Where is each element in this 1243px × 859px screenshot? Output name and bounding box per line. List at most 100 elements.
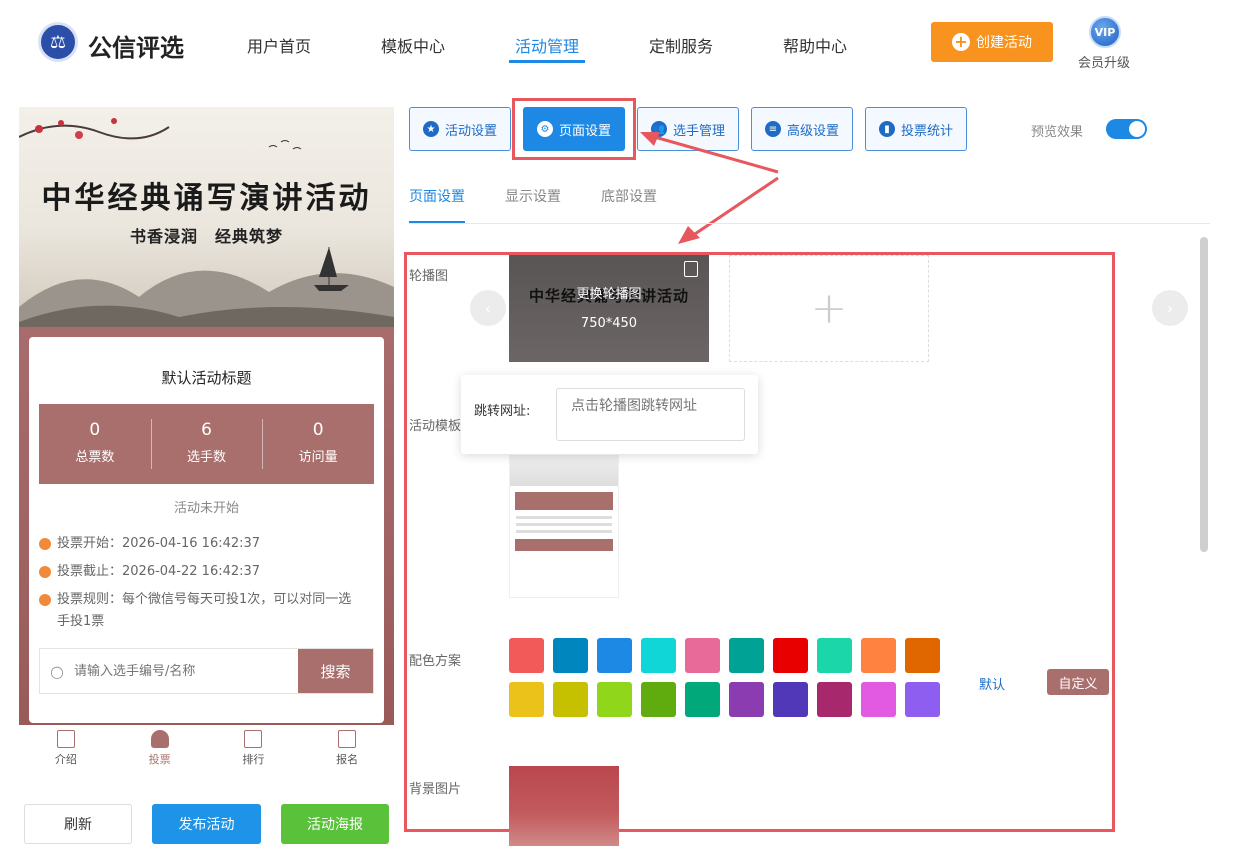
- default-color-link[interactable]: 默认: [979, 674, 1005, 693]
- color-swatch[interactable]: [509, 638, 544, 673]
- carousel-next-icon[interactable]: ›: [1152, 290, 1188, 326]
- template-thumb-line: [516, 523, 612, 526]
- tool-label: 高级设置: [786, 123, 839, 139]
- color-swatch[interactable]: [773, 682, 808, 717]
- activity-settings-button[interactable]: ★ 活动设置: [409, 107, 511, 151]
- vote-start-row: 投票开始：2026-04-16 16:42:37: [39, 533, 260, 555]
- color-swatch[interactable]: [817, 638, 852, 673]
- color-swatch[interactable]: [641, 638, 676, 673]
- vote-start-text: 投票开始：2026-04-16 16:42:37: [57, 536, 261, 551]
- stat-label: 总票数: [75, 450, 115, 465]
- tab-signup[interactable]: 报名: [300, 725, 394, 775]
- color-swatch-grid: [509, 638, 949, 717]
- vote-rule-row: 投票规则：每个微信号每天可投1次，可以对同一选手投1票: [39, 589, 359, 633]
- stat-label: 访问量: [298, 450, 338, 465]
- signup-icon: [338, 730, 357, 748]
- color-swatch[interactable]: [509, 682, 544, 717]
- activity-title: 默认活动标题: [161, 369, 252, 387]
- tab-label: 介绍: [54, 753, 77, 766]
- color-swatch[interactable]: [685, 682, 720, 717]
- jump-url-popover: 跳转网址:: [461, 375, 758, 454]
- background-image-label: 背景图片: [409, 782, 462, 797]
- color-swatch[interactable]: [685, 638, 720, 673]
- stat-players: 6 选手数: [150, 404, 263, 484]
- banner-landscape-art: [19, 118, 394, 327]
- banner-image: 中华经典诵写演讲活动 书香浸润 经典筑梦: [19, 107, 394, 327]
- add-carousel-button[interactable]: +: [729, 255, 929, 362]
- create-activity-label: 创建活动: [976, 35, 1032, 51]
- color-swatch[interactable]: [597, 682, 632, 717]
- preview-effect-label: 预览效果: [1031, 125, 1084, 140]
- color-swatch[interactable]: [905, 682, 940, 717]
- nav-user-home[interactable]: 用户首页: [247, 33, 311, 57]
- vote-end-text: 投票截止：2026-04-22 16:42:37: [57, 564, 261, 579]
- tab-ranking[interactable]: 排行: [207, 725, 301, 775]
- logo-text: 公信评选: [88, 34, 184, 62]
- subtab-display-settings[interactable]: 显示设置: [505, 186, 561, 206]
- color-swatch[interactable]: [553, 682, 588, 717]
- color-swatch[interactable]: [729, 682, 764, 717]
- color-swatch[interactable]: [773, 638, 808, 673]
- template-label: 活动模板: [409, 419, 462, 434]
- tool-label: 投票统计: [900, 123, 953, 139]
- info-icon: [39, 594, 51, 606]
- carousel-size-text: 750*450: [580, 316, 638, 331]
- activity-status: 活动未开始: [173, 501, 239, 516]
- tab-vote[interactable]: 投票: [113, 725, 207, 775]
- vip-icon[interactable]: VIP: [1089, 16, 1121, 48]
- banner-subtitle: 书香浸润 经典筑梦: [129, 227, 283, 246]
- stat-value: 0: [89, 420, 101, 440]
- search-button[interactable]: 搜索: [298, 649, 373, 693]
- nav-template-center[interactable]: 模板中心: [381, 33, 445, 57]
- vip-upgrade-link[interactable]: 会员升级: [1078, 52, 1130, 71]
- nav-custom-service[interactable]: 定制服务: [649, 33, 713, 57]
- subtab-footer-settings[interactable]: 底部设置: [601, 186, 657, 206]
- color-swatch[interactable]: [553, 638, 588, 673]
- nav-activity-management[interactable]: 活动管理: [515, 33, 579, 57]
- vote-statistics-button[interactable]: ▮ 投票统计: [865, 107, 967, 151]
- carousel-prev-icon[interactable]: ‹: [470, 290, 506, 326]
- color-swatch[interactable]: [597, 638, 632, 673]
- banner-title: 中华经典诵写演讲活动: [41, 181, 372, 216]
- stat-visits: 0 访问量: [262, 404, 374, 484]
- color-swatch[interactable]: [861, 682, 896, 717]
- vote-end-row: 投票截止：2026-04-22 16:42:37: [39, 561, 260, 583]
- tab-intro[interactable]: 介绍: [19, 725, 113, 775]
- color-swatch[interactable]: [905, 638, 940, 673]
- scrollbar[interactable]: [1200, 237, 1208, 552]
- color-swatch[interactable]: [861, 638, 896, 673]
- tab-label: 投票: [148, 753, 171, 766]
- player-search-input[interactable]: [74, 649, 298, 693]
- clock-icon: [39, 566, 51, 578]
- nav-help-center[interactable]: 帮助中心: [783, 33, 847, 57]
- subtab-page-settings[interactable]: 页面设置: [409, 186, 465, 206]
- nav-active-underline: [509, 60, 585, 63]
- custom-color-button[interactable]: 自定义: [1047, 669, 1109, 695]
- phone-preview: 中华经典诵写演讲活动 书香浸润 经典筑梦 默认活动标题 0 总票数 6 选手数 …: [19, 107, 394, 725]
- preview-effect-toggle[interactable]: [1106, 119, 1147, 139]
- jump-url-label: 跳转网址:: [474, 404, 531, 419]
- plus-icon: +: [952, 33, 970, 51]
- color-swatch[interactable]: [817, 682, 852, 717]
- activity-poster-button[interactable]: 活动海报: [281, 804, 389, 844]
- ranking-icon: [244, 730, 263, 748]
- color-swatch[interactable]: [729, 638, 764, 673]
- vote-rule-text: 投票规则：每个微信号每天可投1次，可以对同一选手投1票: [57, 592, 352, 629]
- template-thumbnail[interactable]: [509, 455, 619, 598]
- refresh-button[interactable]: 刷新: [24, 804, 132, 844]
- create-activity-button[interactable]: + 创建活动: [931, 22, 1053, 62]
- publish-activity-button[interactable]: 发布活动: [152, 804, 261, 844]
- intro-icon: [56, 730, 75, 748]
- stat-value: 0: [312, 420, 324, 440]
- background-image-thumbnail[interactable]: [509, 766, 619, 846]
- carousel-image[interactable]: 中华经典诵写演讲活动 更换轮播图 750*450: [509, 255, 709, 362]
- color-swatch[interactable]: [641, 682, 676, 717]
- template-thumb-banner: [510, 456, 618, 486]
- stat-label: 选手数: [187, 450, 227, 465]
- jump-url-input[interactable]: [556, 388, 745, 441]
- trash-icon[interactable]: [684, 261, 698, 277]
- change-carousel-text: 更换轮播图: [576, 287, 642, 302]
- phone-tabbar: 介绍 投票 排行 报名: [19, 725, 394, 775]
- subtab-divider: [409, 223, 1210, 224]
- stat-value: 6: [201, 420, 212, 440]
